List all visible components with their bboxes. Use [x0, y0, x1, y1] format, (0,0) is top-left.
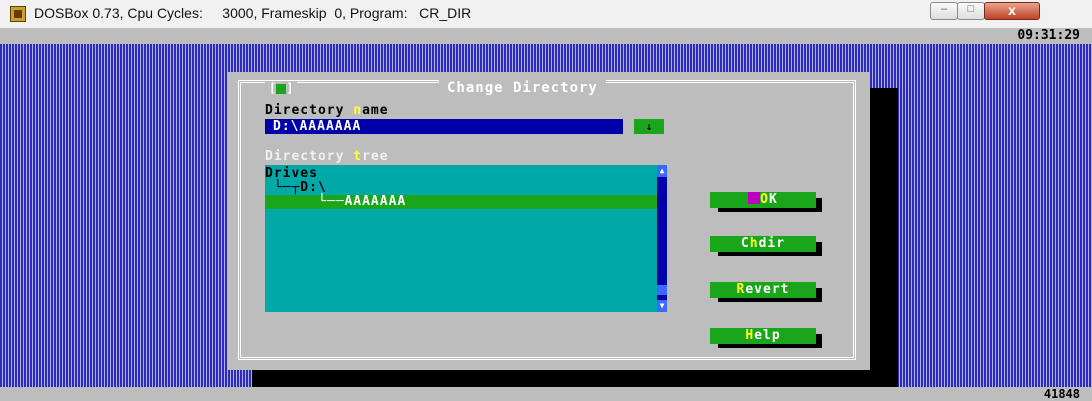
scroll-thumb[interactable] [657, 285, 667, 295]
directory-name-input[interactable]: D:\AAAAAAA [265, 119, 623, 134]
default-marker-icon [748, 192, 761, 204]
tree-item-d-root[interactable]: └─┬D:\ [265, 181, 657, 195]
tree-item-aaaaaaa[interactable]: └──AAAAAAA [265, 195, 657, 209]
change-directory-dialog: [] Change Directory Directory name D:\AA… [228, 72, 870, 370]
close-icon: x [1008, 2, 1016, 18]
dialog-close-box[interactable]: [] [265, 82, 298, 94]
maximize-icon: □ [967, 3, 975, 15]
dos-screen: 09:31:29 [] Change Directory Directory n… [0, 28, 1092, 401]
minimize-button[interactable]: – [930, 2, 958, 20]
memory-indicator: 41848 [1043, 387, 1080, 401]
dos-bottom-status-bar: 41848 [0, 387, 1092, 401]
dos-top-status-bar: 09:31:29 [0, 28, 1092, 44]
revert-button[interactable]: Revert [710, 282, 816, 298]
help-button[interactable]: Help [710, 328, 816, 344]
window-title: DOSBox 0.73, Cpu Cycles: 3000, Frameskip… [34, 5, 472, 21]
clock: 09:31:29 [1017, 28, 1080, 43]
window-title-bar: DOSBox 0.73, Cpu Cycles: 3000, Frameskip… [0, 0, 1092, 29]
scroll-up-icon[interactable]: ▲ [657, 165, 667, 177]
dosbox-app-icon[interactable] [10, 6, 26, 22]
chdir-button[interactable]: Chdir [710, 236, 816, 252]
directory-name-label: Directory name [265, 103, 389, 118]
tree-item-drives[interactable]: Drives [265, 167, 657, 181]
minimize-icon: – [940, 3, 948, 15]
tree-scrollbar[interactable]: ▲ ▼ [657, 165, 667, 312]
directory-tree[interactable]: Drives └─┬D:\ └──AAAAAAA ▲ ▼ [265, 165, 667, 312]
history-dropdown-button[interactable]: ↓ [634, 119, 664, 134]
maximize-button[interactable]: □ [957, 2, 985, 20]
ok-button[interactable]: OK [710, 192, 816, 208]
close-box-icon [276, 83, 287, 94]
scroll-down-icon[interactable]: ▼ [657, 300, 667, 312]
directory-tree-label: Directory tree [265, 149, 389, 164]
dialog-title: Change Directory [439, 80, 606, 96]
close-button[interactable]: x [984, 2, 1040, 20]
